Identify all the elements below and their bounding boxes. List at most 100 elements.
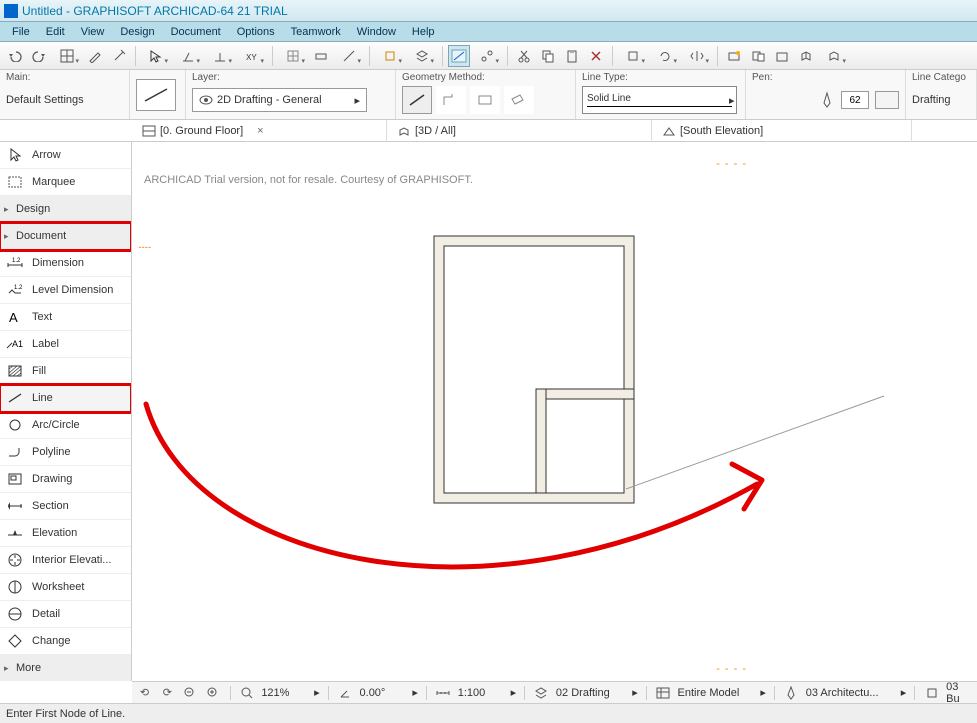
- filter-icon[interactable]: [205, 45, 235, 67]
- trace-icon[interactable]: [375, 45, 405, 67]
- scale-value[interactable]: 1:100: [458, 687, 505, 699]
- element-preview[interactable]: [136, 79, 176, 111]
- label-icon: A1: [6, 336, 24, 352]
- snap-guides-icon[interactable]: [448, 45, 470, 67]
- chevron-right-icon[interactable]: ▸: [901, 686, 907, 699]
- menu-teamwork[interactable]: Teamwork: [283, 24, 349, 40]
- snap-options-icon[interactable]: [472, 45, 502, 67]
- menu-document[interactable]: Document: [163, 24, 229, 40]
- 3d-settings-icon[interactable]: [819, 45, 849, 67]
- paste-icon[interactable]: [561, 45, 583, 67]
- scale-icon[interactable]: [435, 685, 452, 701]
- zoom-out-icon[interactable]: [182, 685, 199, 701]
- model-view-icon[interactable]: [655, 685, 672, 701]
- show-all-icon[interactable]: [723, 45, 745, 67]
- tool-arc[interactable]: Arc/Circle: [0, 412, 131, 439]
- chevron-right-icon[interactable]: ▸: [412, 686, 418, 699]
- tool-arrow[interactable]: Arrow: [0, 142, 131, 169]
- undo-icon[interactable]: [4, 45, 26, 67]
- tool-label[interactable]: A1Label: [0, 331, 131, 358]
- suspend-groups-icon[interactable]: [173, 45, 203, 67]
- eyedropper-icon[interactable]: [84, 45, 106, 67]
- pen-bar-icon[interactable]: [783, 685, 800, 701]
- default-settings-label[interactable]: Default Settings: [6, 94, 84, 106]
- linetype-label: Line Type:: [582, 72, 739, 83]
- tool-dimension[interactable]: 1.2Dimension: [0, 250, 131, 277]
- tool-change[interactable]: Change: [0, 628, 131, 655]
- grid-display-icon[interactable]: [278, 45, 308, 67]
- tool-worksheet[interactable]: Worksheet: [0, 574, 131, 601]
- tool-level-dimension[interactable]: 1.2Level Dimension: [0, 277, 131, 304]
- menu-window[interactable]: Window: [349, 24, 404, 40]
- ruler-icon[interactable]: [310, 45, 332, 67]
- chevron-right-icon[interactable]: ▸: [760, 686, 766, 699]
- geom-rotated-rect[interactable]: [504, 86, 534, 114]
- tool-text[interactable]: AText: [0, 304, 131, 331]
- section-more[interactable]: More: [0, 655, 131, 681]
- angle-icon[interactable]: [337, 685, 354, 701]
- fit-icon[interactable]: [238, 685, 255, 701]
- geom-single-line[interactable]: [402, 86, 432, 114]
- renovation-icon[interactable]: [923, 685, 940, 701]
- tool-detail[interactable]: Detail: [0, 601, 131, 628]
- chevron-right-icon[interactable]: ▸: [632, 686, 638, 699]
- linetype-selector[interactable]: Solid Line: [582, 86, 737, 114]
- new-view-icon[interactable]: [747, 45, 769, 67]
- chevron-right-icon[interactable]: ▸: [314, 686, 320, 699]
- geom-chained[interactable]: [436, 86, 466, 114]
- svg-text:A1: A1: [12, 339, 23, 349]
- menu-file[interactable]: File: [4, 24, 38, 40]
- cursor-mode-icon[interactable]: [141, 45, 171, 67]
- nav-forward-icon[interactable]: ⟳: [159, 685, 176, 701]
- tool-interior-elevation[interactable]: Interior Elevati...: [0, 547, 131, 574]
- open-view-icon[interactable]: [771, 45, 793, 67]
- move-icon[interactable]: [618, 45, 648, 67]
- layer-combo-value[interactable]: 02 Drafting: [556, 687, 626, 699]
- tool-line[interactable]: Line: [0, 385, 131, 412]
- tool-drawing[interactable]: Drawing: [0, 466, 131, 493]
- mirror-icon[interactable]: [682, 45, 712, 67]
- arch-value[interactable]: 03 Architectu...: [806, 687, 895, 699]
- tab-south-elevation[interactable]: [South Elevation]: [652, 120, 912, 142]
- layer-selector[interactable]: 2D Drafting - General ▸: [192, 88, 367, 112]
- section-design[interactable]: Design: [0, 196, 131, 223]
- tab-3d-all[interactable]: [3D / All]: [387, 120, 652, 142]
- tool-polyline[interactable]: Polyline: [0, 439, 131, 466]
- section-icon: [6, 498, 24, 514]
- zoom-in-icon[interactable]: [205, 685, 222, 701]
- rotate-icon[interactable]: [650, 45, 680, 67]
- 3d-cutaway-icon[interactable]: [795, 45, 817, 67]
- menu-design[interactable]: Design: [112, 24, 162, 40]
- tool-marquee[interactable]: Marquee: [0, 169, 131, 196]
- redo-icon[interactable]: [28, 45, 50, 67]
- delete-icon[interactable]: [585, 45, 607, 67]
- copy-icon[interactable]: [537, 45, 559, 67]
- bu-value[interactable]: 03 Bu: [946, 681, 973, 705]
- layers-bar-icon[interactable]: [533, 685, 550, 701]
- tool-elevation[interactable]: Elevation: [0, 520, 131, 547]
- tool-section[interactable]: Section: [0, 493, 131, 520]
- menu-help[interactable]: Help: [404, 24, 443, 40]
- section-document[interactable]: Document: [0, 223, 131, 250]
- menu-view[interactable]: View: [73, 24, 113, 40]
- drawing-canvas[interactable]: ARCHICAD Trial version, not for resale. …: [132, 164, 977, 681]
- menu-options[interactable]: Options: [229, 24, 283, 40]
- grid-snap-icon[interactable]: [52, 45, 82, 67]
- xy-icon[interactable]: XY: [237, 45, 267, 67]
- geom-rect[interactable]: [470, 86, 500, 114]
- pen-input[interactable]: [841, 91, 869, 109]
- close-icon[interactable]: ×: [257, 125, 263, 137]
- syringe-icon[interactable]: [108, 45, 130, 67]
- measure-icon[interactable]: [334, 45, 364, 67]
- menu-edit[interactable]: Edit: [38, 24, 73, 40]
- model-value[interactable]: Entire Model: [678, 687, 755, 699]
- angle-value[interactable]: 0.00°: [360, 687, 407, 699]
- tab-ground-floor[interactable]: [0. Ground Floor] ×: [132, 120, 387, 142]
- nav-back-icon[interactable]: ⟲: [136, 685, 153, 701]
- layers-icon[interactable]: [407, 45, 437, 67]
- tool-fill[interactable]: Fill: [0, 358, 131, 385]
- cut-icon[interactable]: [513, 45, 535, 67]
- pen-color-swatch[interactable]: [875, 91, 899, 109]
- zoom-value[interactable]: 121%: [261, 687, 308, 699]
- chevron-right-icon[interactable]: ▸: [511, 686, 517, 699]
